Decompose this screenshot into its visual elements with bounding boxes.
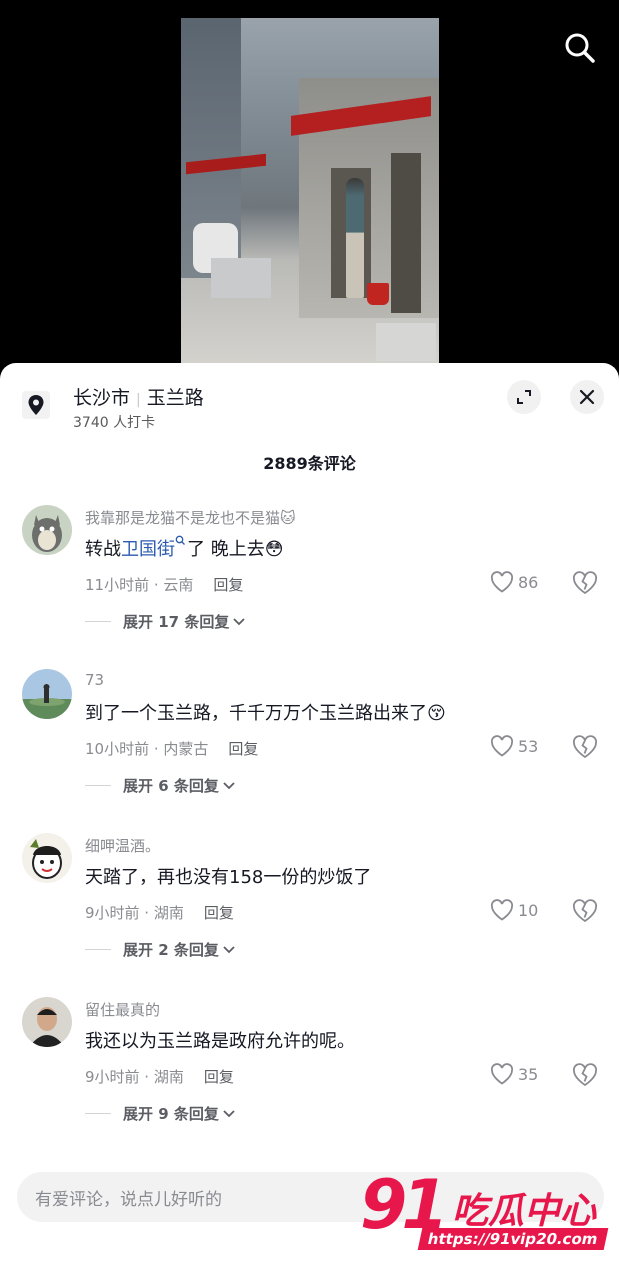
divider bbox=[85, 621, 111, 622]
search-icon bbox=[175, 535, 185, 545]
video-scene-bricks bbox=[376, 323, 436, 361]
comment-text: 转战卫国街了 晚上去😳 bbox=[85, 535, 284, 561]
like-button[interactable]: 10 bbox=[490, 899, 538, 921]
reply-button[interactable]: 回复 bbox=[213, 576, 243, 594]
expand-replies-button[interactable]: 展开 6 条回复 bbox=[85, 775, 236, 796]
avatar[interactable] bbox=[22, 669, 72, 719]
heart-icon bbox=[490, 899, 514, 921]
like-button[interactable]: 35 bbox=[490, 1063, 538, 1085]
expand-replies-label: 展开 2 条回复 bbox=[123, 941, 219, 959]
broken-heart-icon bbox=[573, 571, 597, 595]
comment-text-part: 了 晚上去😳 bbox=[187, 539, 284, 560]
broken-heart-icon bbox=[573, 1063, 597, 1087]
chevron-down-icon bbox=[223, 1109, 235, 1117]
dislike-button[interactable] bbox=[572, 899, 598, 927]
broken-heart-icon bbox=[573, 899, 597, 923]
expand-replies-label: 展开 6 条回复 bbox=[123, 777, 219, 795]
comment-meta: 9小时前 · 湖南 回复 bbox=[85, 1066, 234, 1087]
reply-button[interactable]: 回复 bbox=[228, 740, 258, 758]
comments-count: 2889条评论 bbox=[263, 454, 356, 473]
heart-icon bbox=[490, 571, 514, 593]
reply-button[interactable]: 回复 bbox=[204, 1068, 234, 1086]
location-city: 长沙市 bbox=[73, 387, 131, 409]
avatar[interactable] bbox=[22, 833, 72, 883]
comment-time-place: 9小时前 · 湖南 bbox=[85, 1068, 184, 1086]
like-count: 10 bbox=[518, 900, 539, 920]
comment-input-placeholder: 有爱评论，说点儿好听的 bbox=[35, 1190, 222, 1210]
comment-username[interactable]: 细呷温酒。 bbox=[85, 835, 160, 856]
comment-text: 到了一个玉兰路，千千万万个玉兰路出来了😚 bbox=[85, 703, 446, 724]
watermark-url: https://91vip20.com bbox=[417, 1228, 608, 1250]
broken-heart-icon bbox=[573, 735, 597, 759]
heart-icon bbox=[490, 735, 514, 757]
location-checkins: 3740 人打卡 bbox=[73, 415, 156, 431]
location-badge[interactable] bbox=[22, 391, 50, 419]
expand-replies-button[interactable]: 展开 17 条回复 bbox=[85, 611, 246, 632]
video-scene-bucket bbox=[367, 283, 389, 305]
expand-replies-label: 展开 17 条回复 bbox=[123, 613, 230, 631]
like-button[interactable]: 53 bbox=[490, 735, 538, 757]
expand-replies-label: 展开 9 条回复 bbox=[123, 1105, 219, 1123]
chevron-down-icon bbox=[233, 617, 245, 625]
comment-text-part: 转战 bbox=[85, 539, 121, 560]
comment-time-place: 9小时前 · 湖南 bbox=[85, 904, 184, 922]
comment-meta: 11小时前 · 云南 回复 bbox=[85, 574, 243, 595]
dislike-button[interactable] bbox=[572, 571, 598, 599]
comment-time-place: 10小时前 · 内蒙古 bbox=[85, 740, 209, 758]
location-title[interactable]: 长沙市 | 玉兰路 bbox=[73, 383, 204, 410]
comment-username[interactable]: 73 bbox=[85, 671, 104, 689]
chevron-down-icon bbox=[223, 781, 235, 789]
expand-icon bbox=[517, 390, 531, 404]
like-count: 35 bbox=[518, 1064, 539, 1084]
close-icon bbox=[579, 389, 595, 405]
video-scene-door bbox=[391, 153, 421, 313]
video-scene-worker bbox=[346, 178, 364, 298]
dislike-button[interactable] bbox=[572, 1063, 598, 1091]
location-pin-icon bbox=[28, 395, 44, 415]
watermark-name: 吃瓜中心 bbox=[452, 1191, 597, 1232]
location-road: 玉兰路 bbox=[146, 387, 204, 409]
avatar[interactable] bbox=[22, 997, 72, 1047]
comment-link[interactable]: 卫国街 bbox=[121, 539, 175, 560]
comment-time-place: 11小时前 · 云南 bbox=[85, 576, 194, 594]
heart-icon bbox=[490, 1063, 514, 1085]
comment-text: 天踏了，再也没有158一份的炒饭了 bbox=[85, 867, 372, 888]
comment-username[interactable]: 我靠那是龙猫不是龙也不是猫🐱 bbox=[85, 507, 296, 528]
comment-meta: 9小时前 · 湖南 回复 bbox=[85, 902, 234, 923]
video-frame[interactable] bbox=[181, 18, 439, 363]
expand-button[interactable] bbox=[507, 380, 541, 414]
comment-sheet: 长沙市 | 玉兰路 3740 人打卡 2889条评论 我靠那是龙猫不是龙也不是猫🐱 … bbox=[0, 363, 619, 1280]
expand-replies-button[interactable]: 展开 2 条回复 bbox=[85, 939, 236, 960]
expand-replies-button[interactable]: 展开 9 条回复 bbox=[85, 1103, 236, 1124]
reply-button[interactable]: 回复 bbox=[204, 904, 234, 922]
comment-username[interactable]: 留住最真的 bbox=[85, 999, 160, 1020]
video-area[interactable] bbox=[0, 0, 619, 380]
avatar[interactable] bbox=[22, 505, 72, 555]
chevron-down-icon bbox=[223, 945, 235, 953]
divider bbox=[85, 1113, 111, 1114]
dislike-button[interactable] bbox=[572, 735, 598, 763]
like-button[interactable]: 86 bbox=[490, 571, 538, 593]
like-count: 53 bbox=[518, 736, 539, 756]
like-count: 86 bbox=[518, 572, 539, 592]
comment-text: 我还以为玉兰路是政府允许的呢。 bbox=[85, 1031, 355, 1052]
divider bbox=[85, 785, 111, 786]
close-button[interactable] bbox=[570, 380, 604, 414]
watermark: 91 吃瓜中心 https://91vip20.com bbox=[360, 1166, 610, 1256]
search-icon bbox=[565, 33, 595, 63]
location-separator: | bbox=[136, 392, 141, 408]
divider bbox=[85, 949, 111, 950]
video-scene-bricks bbox=[211, 258, 271, 298]
search-button[interactable] bbox=[562, 30, 598, 66]
comment-meta: 10小时前 · 内蒙古 回复 bbox=[85, 738, 258, 759]
